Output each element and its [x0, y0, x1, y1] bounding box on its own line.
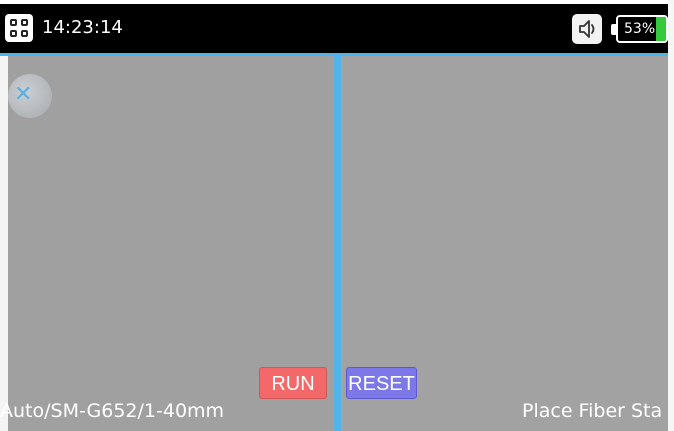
grid-square [21, 19, 28, 26]
grid-square [10, 19, 17, 26]
close-icon: ✕ [14, 82, 33, 107]
battery-icon: 53% [616, 15, 668, 43]
status-message: Place Fiber Sta [522, 400, 663, 422]
grid-square [10, 30, 17, 37]
reset-button[interactable]: RESET [346, 367, 417, 399]
battery-level [655, 17, 666, 41]
splicer-screen: 14:23:14 53% ✕ RUN RESET Auto/SM-G652/1-… [0, 0, 674, 431]
battery-percent: 53% [624, 21, 656, 37]
grid-menu-icon[interactable] [5, 14, 33, 42]
grid-square [21, 30, 28, 37]
speaker-icon[interactable] [572, 14, 602, 44]
speaker-glyph [579, 20, 595, 38]
run-button[interactable]: RUN [259, 367, 327, 399]
clock-time: 14:23:14 [42, 17, 123, 38]
floating-menu-button[interactable]: ✕ [8, 74, 52, 118]
top-status-bar: 14:23:14 53% [0, 4, 668, 56]
view-divider [334, 56, 341, 431]
splice-mode-label: Auto/SM-G652/1-40mm [0, 400, 225, 422]
screen-edge-left [0, 56, 8, 431]
screen-edge-right [668, 0, 674, 431]
